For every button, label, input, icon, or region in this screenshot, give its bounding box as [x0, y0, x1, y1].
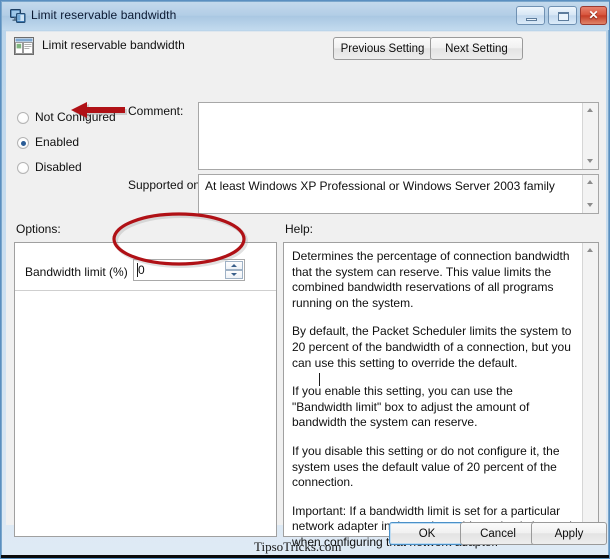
help-paragraph: If you enable this setting, you can use …: [292, 384, 530, 430]
spinner-buttons[interactable]: [225, 261, 243, 279]
minimize-button[interactable]: [516, 6, 545, 25]
dialog-client-area: Limit reservable bandwidth Previous Sett…: [6, 31, 606, 549]
scroll-up-icon[interactable]: [583, 175, 598, 190]
apply-button[interactable]: Apply: [531, 522, 607, 545]
bandwidth-limit-value: 0: [138, 263, 145, 277]
options-panel: Bandwidth limit (%) 0: [14, 242, 277, 537]
supported-on-label: Supported on:: [128, 178, 204, 192]
title-bar: Limit reservable bandwidth ✕: [2, 2, 609, 30]
previous-setting-button[interactable]: Previous Setting: [333, 37, 432, 60]
policy-window-icon: [14, 37, 34, 55]
close-button[interactable]: ✕: [580, 6, 607, 25]
cancel-button[interactable]: Cancel: [460, 522, 536, 545]
minimize-icon: [526, 18, 537, 21]
maximize-icon: [558, 12, 569, 21]
maximize-button[interactable]: [548, 6, 577, 25]
supported-on-textbox: At least Windows XP Professional or Wind…: [198, 174, 599, 214]
help-paragraph: If you disable this setting or do not co…: [292, 443, 560, 490]
scroll-down-icon[interactable]: [583, 198, 598, 213]
radio-enabled-indicator: [17, 137, 29, 149]
window-title: Limit reservable bandwidth: [31, 8, 177, 22]
radio-disabled-indicator: [17, 162, 29, 174]
help-paragraph: By default, the Packet Scheduler limits …: [292, 324, 572, 370]
spinner-up-icon[interactable]: [225, 261, 243, 270]
radio-not-configured-label: Not Configured: [35, 110, 116, 124]
bandwidth-limit-row: Bandwidth limit (%) 0: [15, 243, 276, 291]
help-panel: Determines the percentage of connection …: [283, 242, 599, 549]
ok-button[interactable]: OK: [389, 522, 465, 545]
bandwidth-limit-label: Bandwidth limit (%): [25, 265, 128, 279]
setting-name-heading: Limit reservable bandwidth: [42, 38, 185, 52]
scroll-down-icon[interactable]: [583, 154, 598, 169]
scroll-up-icon[interactable]: [583, 243, 598, 258]
group-policy-setting-dialog: Limit reservable bandwidth ✕ Limit reser…: [0, 0, 610, 559]
options-label: Options:: [16, 222, 61, 236]
comment-label: Comment:: [128, 104, 184, 118]
computer-monitor-icon: [10, 9, 26, 23]
help-label: Help:: [285, 222, 314, 236]
radio-not-configured-indicator: [17, 112, 29, 124]
comment-textarea[interactable]: [198, 102, 599, 170]
bandwidth-limit-spinner[interactable]: 0: [133, 259, 245, 281]
watermark: TipsoTricks.com: [254, 539, 342, 554]
radio-enabled-label: Enabled: [35, 135, 80, 149]
comment-scrollbar[interactable]: [582, 103, 598, 169]
window-bottom-edge: [1, 555, 609, 558]
close-icon: ✕: [588, 8, 599, 22]
supported-on-scrollbar[interactable]: [582, 175, 598, 213]
radio-disabled-label: Disabled: [35, 160, 82, 174]
next-setting-button[interactable]: Next Setting: [430, 37, 523, 60]
help-text: Determines the percentage of connection …: [292, 249, 572, 551]
supported-on-value: At least Windows XP Professional or Wind…: [205, 179, 555, 193]
help-scrollbar[interactable]: [582, 243, 598, 536]
help-paragraph: Determines the percentage of connection …: [292, 249, 570, 310]
scroll-up-icon[interactable]: [583, 103, 598, 118]
text-caret: [319, 373, 320, 386]
spinner-down-icon[interactable]: [225, 270, 243, 279]
